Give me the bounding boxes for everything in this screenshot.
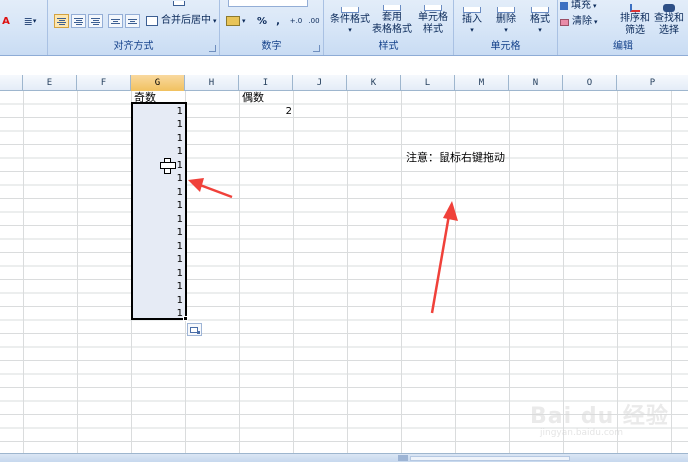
scroll-left-button[interactable] <box>398 455 408 461</box>
watermark-main: Bai du 经验 <box>530 404 669 429</box>
annotation-arrows <box>188 178 458 314</box>
watermark-url: jingyan.baidu.com <box>540 428 624 438</box>
arrow-up-icon <box>430 201 458 314</box>
arrow-left-icon <box>188 178 233 199</box>
baidu-watermark-logo: Bai du 经验 jingyan.baidu.com <box>520 398 670 446</box>
status-scrollbar[interactable] <box>0 453 688 462</box>
horizontal-scrollbar[interactable] <box>410 456 570 461</box>
